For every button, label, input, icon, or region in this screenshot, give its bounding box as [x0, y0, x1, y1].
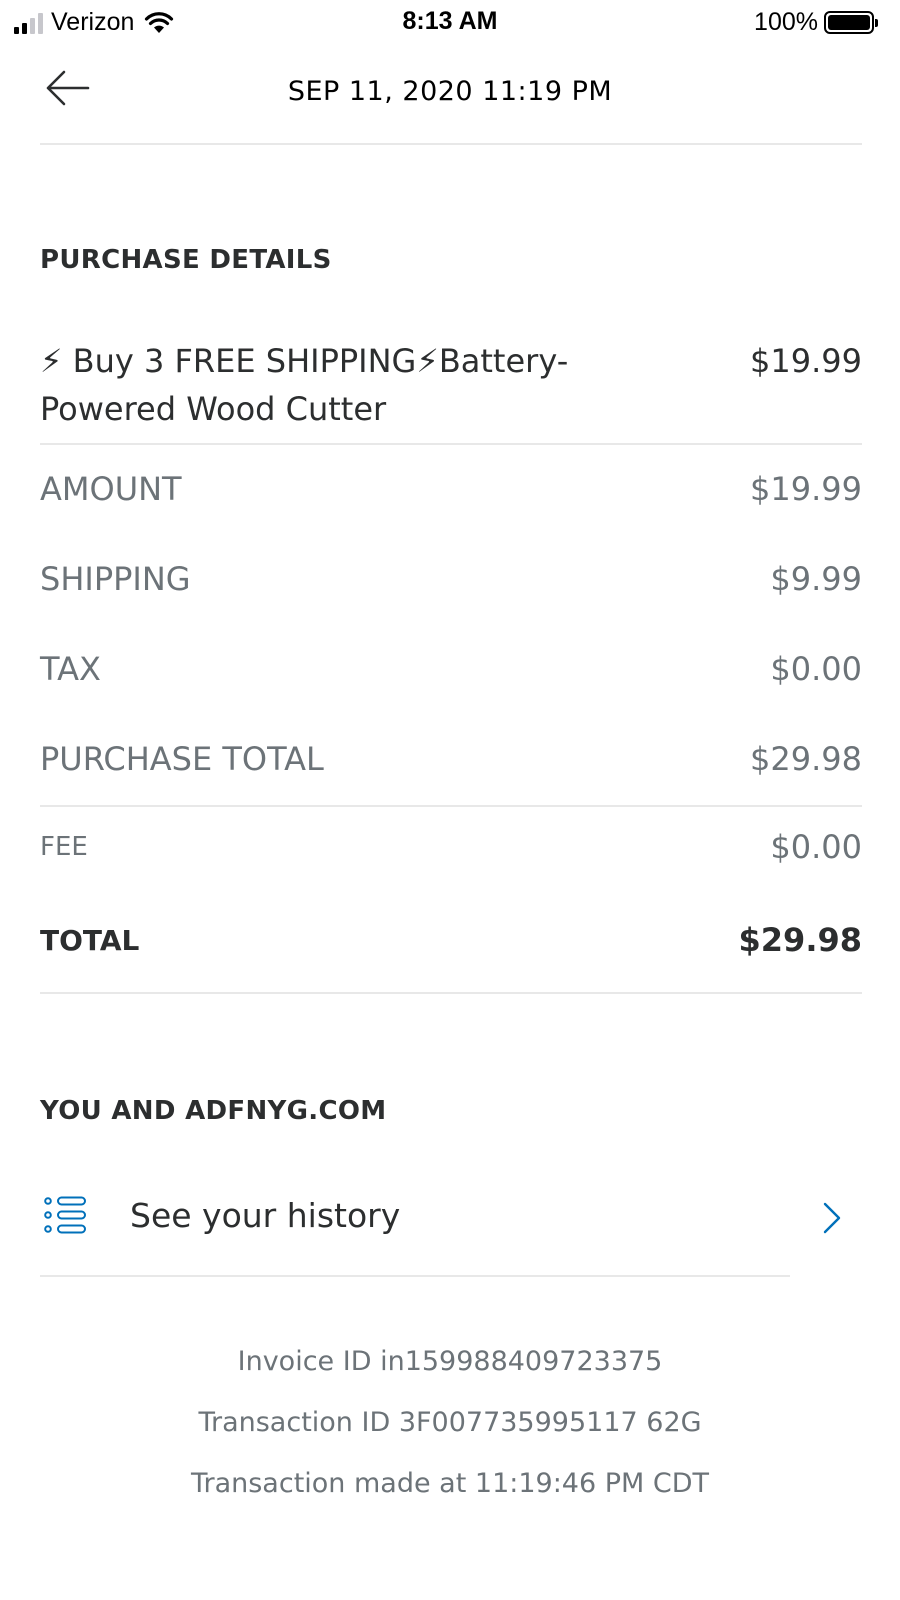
history-divider: [40, 1275, 790, 1277]
transaction-id: Transaction ID 3F007735995117 62G: [198, 1407, 702, 1438]
tax-label: TAX: [40, 650, 101, 688]
shipping-value: $9.99: [770, 560, 862, 598]
battery-icon: [824, 11, 878, 34]
purchase-details-heading: PURCHASE DETAILS: [40, 245, 332, 275]
total-row: TOTAL $29.98: [40, 921, 862, 959]
amount-value: $19.99: [750, 470, 862, 508]
transaction-time: Transaction made at 11:19:46 PM CDT: [190, 1468, 710, 1499]
status-right: 100%: [754, 8, 878, 37]
merchant-heading: YOU AND ADFNYG.COM: [40, 1096, 387, 1126]
fee-value: $0.00: [770, 828, 862, 866]
item-name: ⚡ Buy 3 FREE SHIPPING⚡Battery-Powered Wo…: [40, 342, 569, 428]
item-price: $19.99: [750, 342, 862, 380]
purchase-total-row: PURCHASE TOTAL $29.98: [40, 740, 862, 778]
see-history-label: See your history: [130, 1196, 401, 1235]
total-divider: [40, 992, 862, 994]
chevron-right-icon: [823, 1202, 841, 1234]
amount-label: AMOUNT: [40, 470, 182, 508]
purchase-total-value: $29.98: [750, 740, 862, 778]
purchase-total-label: PURCHASE TOTAL: [40, 740, 324, 778]
fee-label: FEE: [40, 832, 88, 862]
amount-row: AMOUNT $19.99: [40, 470, 862, 508]
tax-row: TAX $0.00: [40, 650, 862, 688]
header-divider: [40, 143, 862, 145]
invoice-id: Invoice ID in159988409723375: [237, 1346, 663, 1377]
total-value: $29.98: [738, 921, 862, 959]
header: SEP 11, 2020 11:19 PM: [0, 56, 900, 146]
fee-row: FEE $0.00: [40, 828, 862, 866]
shipping-row: SHIPPING $9.99: [40, 560, 862, 598]
history-list-icon: [44, 1196, 86, 1234]
status-bar: Verizon 8:13 AM 100%: [0, 0, 900, 46]
subtotal-divider: [40, 805, 862, 807]
battery-percentage: 100%: [754, 8, 818, 36]
page-title: SEP 11, 2020 11:19 PM: [287, 76, 613, 107]
tax-value: $0.00: [770, 650, 862, 688]
see-history-link[interactable]: See your history: [40, 1190, 841, 1250]
total-label: TOTAL: [40, 923, 140, 957]
purchase-item: ⚡ Buy 3 FREE SHIPPING⚡Battery-Powered Wo…: [40, 337, 862, 433]
item-divider: [40, 443, 862, 445]
shipping-label: SHIPPING: [40, 560, 191, 598]
